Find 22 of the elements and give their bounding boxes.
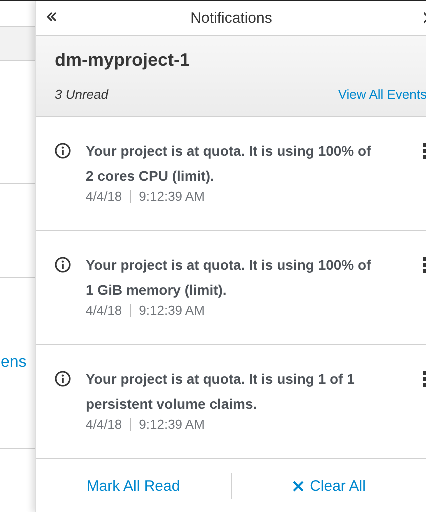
mark-all-read-button[interactable]: Mark All Read bbox=[36, 478, 231, 494]
notification-date: 4/4/18 bbox=[86, 189, 122, 204]
notification-time: 9:12:39 AM bbox=[139, 189, 205, 204]
clear-all-button[interactable]: Clear All bbox=[232, 478, 426, 494]
notification-message: Your project is at quota. It is using 1 of 1 persistent volume claims. bbox=[86, 370, 356, 414]
kebab-menu-button[interactable] bbox=[423, 371, 426, 387]
kebab-menu-button[interactable] bbox=[423, 257, 426, 273]
unread-count: 3 Unread bbox=[55, 87, 108, 102]
info-icon bbox=[55, 143, 71, 159]
info-icon bbox=[55, 371, 71, 387]
info-icon bbox=[55, 257, 71, 273]
notification-message: Your project is at quota. It is using 100% of 2 cores CPU (limit). bbox=[86, 142, 372, 186]
link[interactable]: ens bbox=[1, 354, 27, 372]
project-name: dm-myproject-1 bbox=[55, 50, 190, 71]
notification-message: Your project is at quota. It is using 100% of 1 GiB memory (limit). bbox=[86, 256, 372, 300]
notification-time: 9:12:39 AM bbox=[139, 303, 205, 318]
notification-date: 4/4/18 bbox=[86, 303, 122, 318]
notification-time: 9:12:39 AM bbox=[139, 417, 205, 432]
kebab-menu-button[interactable] bbox=[423, 143, 426, 159]
collapse-button[interactable] bbox=[46, 10, 58, 24]
drawer-title: Notifications bbox=[190, 10, 272, 26]
notification-date: 4/4/18 bbox=[86, 417, 122, 432]
